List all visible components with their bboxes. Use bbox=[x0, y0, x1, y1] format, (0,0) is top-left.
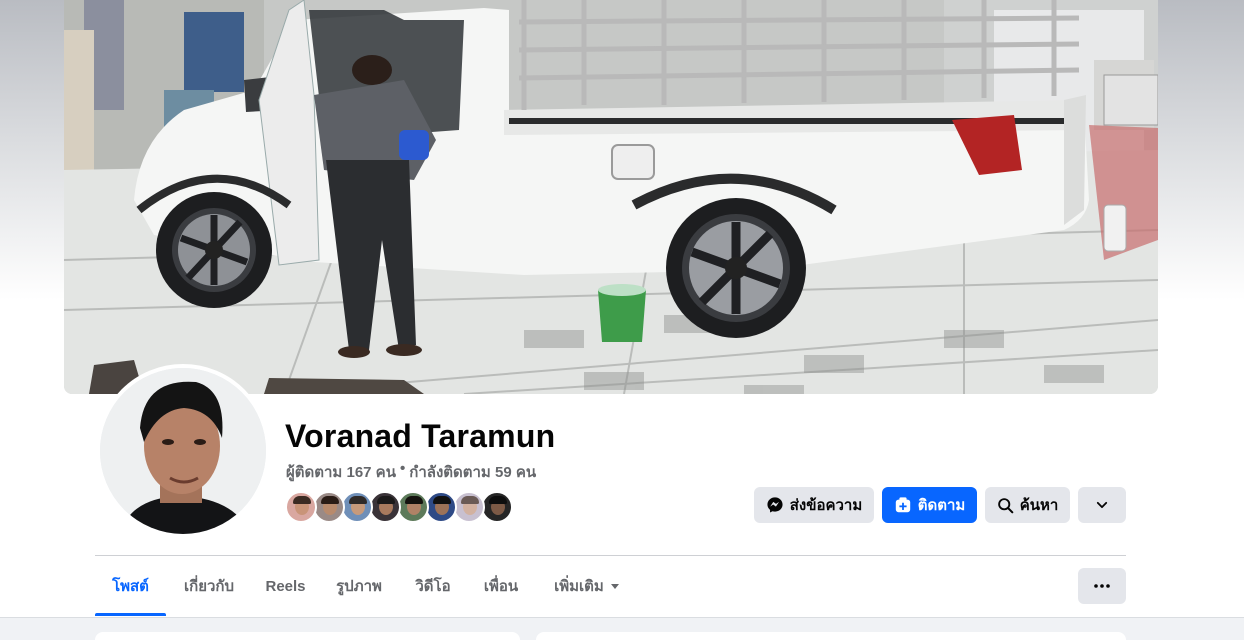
tab-about[interactable]: เกี่ยวกับ bbox=[166, 556, 252, 616]
tab-friends[interactable]: เพื่อน bbox=[467, 556, 535, 616]
tab-more[interactable]: เพิ่มเติม bbox=[535, 556, 639, 616]
profile-dropdown-button[interactable] bbox=[1078, 487, 1126, 523]
profile-name: Voranad Taramun bbox=[285, 418, 556, 454]
post-composer-card bbox=[536, 632, 1126, 640]
follow-button-label: ติดตาม bbox=[917, 497, 966, 514]
friend-avatar[interactable] bbox=[453, 491, 485, 523]
friend-avatar[interactable] bbox=[397, 491, 429, 523]
search-icon bbox=[997, 497, 1014, 513]
chevron-down-icon bbox=[1096, 501, 1108, 509]
profile-avatar[interactable] bbox=[96, 364, 270, 538]
tab-videos[interactable]: วิดีโอ bbox=[399, 556, 467, 616]
tab-more-label: เพิ่มเติม bbox=[554, 578, 604, 595]
friend-avatar[interactable] bbox=[313, 491, 345, 523]
avatar-image bbox=[100, 368, 266, 534]
messenger-icon bbox=[767, 497, 783, 513]
message-button[interactable]: ส่งข้อความ bbox=[754, 487, 874, 523]
tab-reels-label: Reels bbox=[265, 577, 306, 595]
friend-avatar[interactable] bbox=[285, 491, 317, 523]
followers-count[interactable]: ผู้ติดตาม 167 คน bbox=[286, 460, 396, 484]
caret-down-icon bbox=[610, 584, 619, 589]
tab-about-label: เกี่ยวกับ bbox=[183, 578, 235, 595]
tab-posts[interactable]: โพสต์ bbox=[95, 556, 166, 616]
more-dots-icon bbox=[1094, 584, 1110, 588]
tab-photos-label: รูปภาพ bbox=[336, 578, 382, 595]
cover-photo-image bbox=[64, 0, 1158, 394]
intro-card bbox=[95, 632, 520, 640]
more-options-button[interactable] bbox=[1078, 568, 1126, 604]
friend-avatar[interactable] bbox=[369, 491, 401, 523]
tab-friends-label: เพื่อน bbox=[483, 578, 519, 595]
following-count[interactable]: กำลังติดตาม 59 คน bbox=[409, 460, 536, 484]
friend-avatar[interactable] bbox=[425, 491, 457, 523]
profile-stats: ผู้ติดตาม 167 คน • กำลังติดตาม 59 คน bbox=[286, 460, 536, 484]
follow-add-icon bbox=[895, 497, 910, 513]
search-button[interactable]: ค้นหา bbox=[985, 487, 1070, 523]
follow-button[interactable]: ติดตาม bbox=[882, 487, 977, 523]
friend-avatar[interactable] bbox=[341, 491, 373, 523]
tab-reels[interactable]: Reels bbox=[252, 556, 319, 616]
message-button-label: ส่งข้อความ bbox=[789, 497, 863, 514]
search-button-label: ค้นหา bbox=[1019, 497, 1059, 514]
cover-photo[interactable] bbox=[64, 0, 1158, 394]
tab-videos-label: วิดีโอ bbox=[415, 578, 451, 595]
friends-avatar-stack bbox=[285, 491, 513, 523]
tab-photos[interactable]: รูปภาพ bbox=[319, 556, 399, 616]
stats-separator: • bbox=[399, 460, 406, 477]
tab-posts-label: โพสต์ bbox=[112, 578, 149, 595]
friend-avatar[interactable] bbox=[481, 491, 513, 523]
